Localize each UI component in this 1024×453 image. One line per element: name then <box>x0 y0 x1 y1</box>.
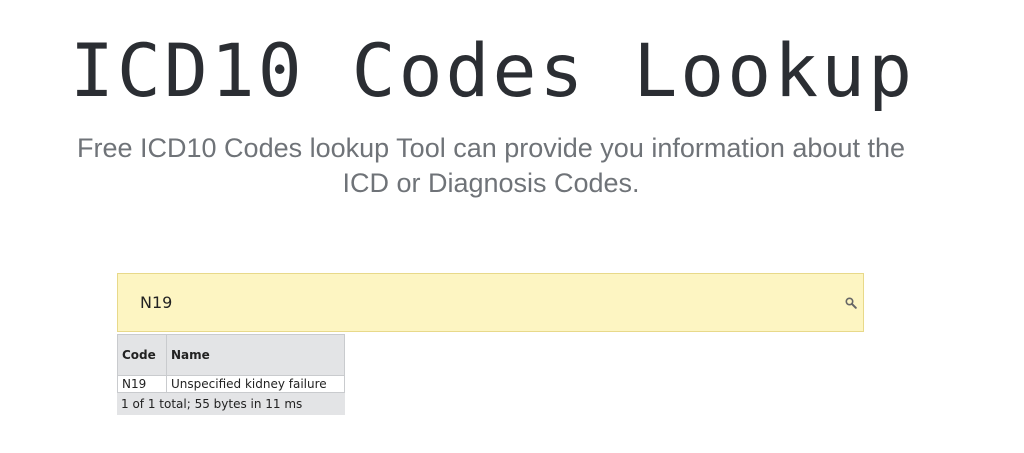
column-header-name: Name <box>166 334 345 376</box>
table-row[interactable]: N19 Unspecified kidney failure <box>117 375 345 393</box>
cell-name: Unspecified kidney failure <box>166 375 345 393</box>
page-subtitle: Free ICD10 Codes lookup Tool can provide… <box>77 133 905 198</box>
cell-code: N19 <box>117 375 167 393</box>
search-input[interactable] <box>118 274 828 331</box>
page-title: ICD10 Codes Lookup <box>69 29 916 114</box>
search-box <box>117 273 864 332</box>
results-panel: Code Name N19 Unspecified kidney failure… <box>117 334 345 415</box>
table-header-row: Code Name <box>117 334 345 376</box>
column-header-code: Code <box>117 334 167 376</box>
search-icon[interactable] <box>845 296 857 309</box>
results-table: Code Name N19 Unspecified kidney failure <box>117 334 345 393</box>
results-summary: 1 of 1 total; 55 bytes in 11 ms <box>117 393 345 415</box>
